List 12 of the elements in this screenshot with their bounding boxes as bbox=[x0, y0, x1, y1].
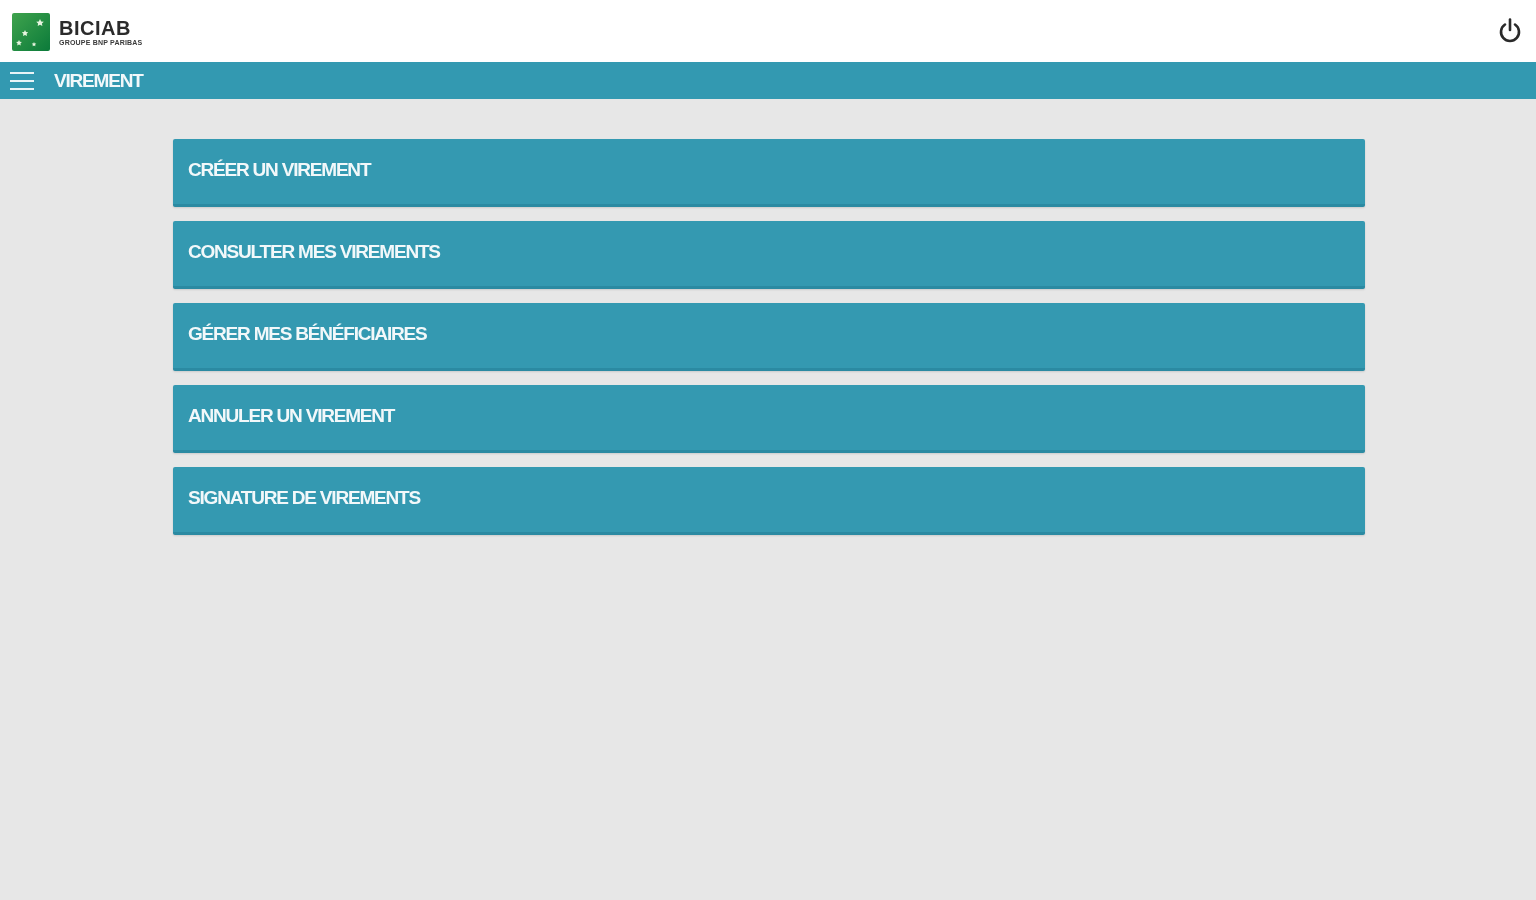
bank-logo-icon bbox=[12, 13, 50, 51]
bank-name: BICIAB bbox=[59, 17, 132, 38]
power-icon bbox=[1498, 18, 1522, 44]
menu-item[interactable]: CONSULTER MES VIREMENTS bbox=[173, 221, 1365, 289]
menu-button[interactable] bbox=[10, 70, 34, 91]
menu-item[interactable]: ANNULER UN VIREMENT bbox=[173, 385, 1365, 453]
menu-item[interactable]: SIGNATURE DE VIREMENTS bbox=[173, 467, 1365, 535]
menu-item[interactable]: CRÉER UN VIREMENT bbox=[173, 139, 1365, 207]
menu-item[interactable]: GÉRER MES BÉNÉFICIAIRES bbox=[173, 303, 1365, 371]
page-title: VIREMENT bbox=[54, 69, 143, 92]
menu-icon bbox=[10, 70, 34, 91]
logout-button[interactable] bbox=[1498, 18, 1522, 44]
